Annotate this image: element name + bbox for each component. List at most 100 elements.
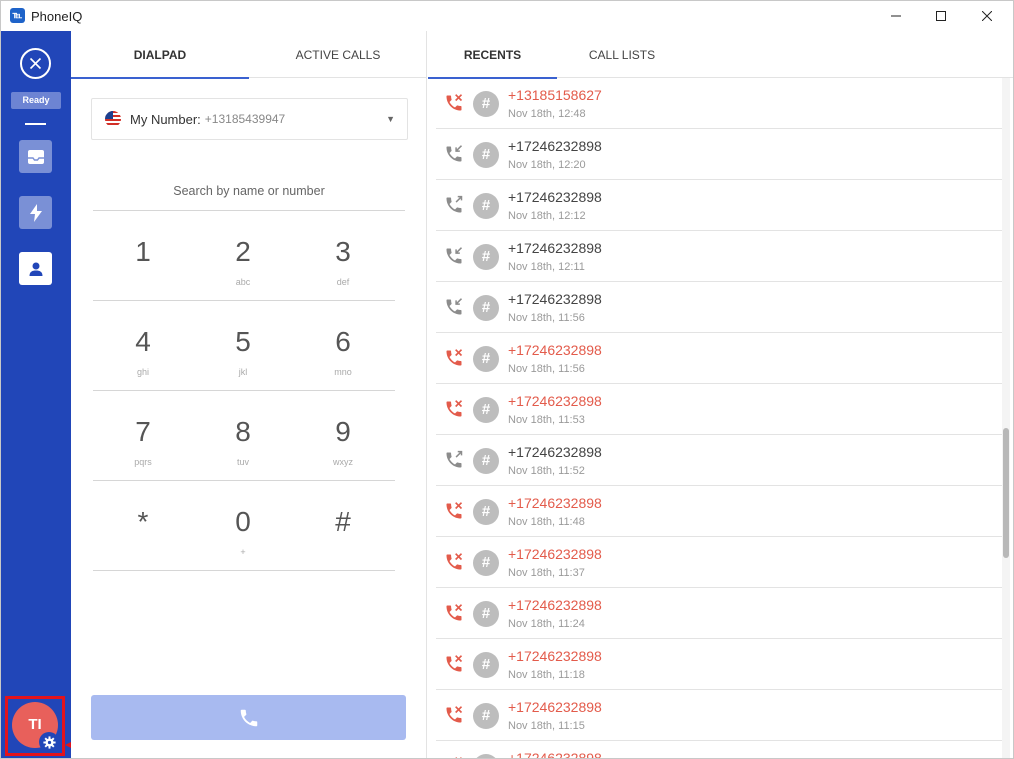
contact-avatar: # — [473, 91, 499, 117]
call-time: Nov 18th, 11:37 — [508, 567, 585, 579]
call-number: +17246232898 — [508, 750, 602, 759]
keypad-row: 1 2 abc 3 def — [93, 211, 395, 301]
call-number: +17246232898 — [508, 597, 602, 613]
recents-panel: RECENTS CALL LISTS # +13185158627 Nov 18th… — [428, 31, 1013, 759]
us-flag-icon — [105, 111, 121, 127]
key-letters — [93, 277, 193, 288]
outgoing-call-icon — [446, 195, 463, 213]
my-number-select[interactable]: My Number: +13185439947 ▼ — [91, 98, 408, 140]
call-time: Nov 18th, 11:48 — [508, 516, 585, 528]
minimize-button[interactable] — [873, 1, 919, 31]
missed-call-icon — [446, 502, 463, 519]
key-letters: wxyz — [333, 457, 353, 467]
contact-avatar: # — [473, 397, 499, 423]
recent-call-item[interactable]: # +17246232898 Nov 18th, 11:48 — [436, 486, 1002, 537]
keypad: 1 2 abc 3 def 4 ghi 5 jkl 6 mno 7 pqrs 8 tuv 9 w… — [93, 211, 395, 571]
key-letters: ghi — [136, 367, 149, 377]
call-button[interactable] — [91, 695, 406, 740]
sidebar: Ready — [1, 31, 71, 758]
recent-call-item[interactable]: # +17246232898 Nov 18th, 12:20 — [436, 129, 1002, 180]
key-9[interactable]: 9 wxyz — [293, 391, 393, 480]
recent-call-item[interactable]: # +17246232898 Nov 18th, 11:56 — [436, 333, 1002, 384]
key-letters: + — [240, 547, 246, 557]
minimize-icon — [891, 15, 901, 17]
recent-call-item[interactable]: # +13185158627 Nov 18th, 12:48 — [436, 78, 1002, 129]
call-time: Nov 18th, 12:11 — [508, 261, 585, 273]
contact-avatar: # — [473, 142, 499, 168]
key-letters: pqrs — [134, 457, 152, 467]
key-letters: mno — [334, 367, 352, 377]
recent-call-item[interactable]: # +17246232898 — [436, 741, 1002, 759]
key-hash[interactable]: # — [293, 481, 393, 570]
recent-call-item[interactable]: # +17246232898 Nov 18th, 11:56 — [436, 282, 1002, 333]
incoming-call-icon — [446, 298, 463, 315]
recent-call-item[interactable]: # +17246232898 Nov 18th, 11:53 — [436, 384, 1002, 435]
inbox-icon — [27, 149, 44, 164]
recent-call-item[interactable]: # +17246232898 Nov 18th, 11:52 — [436, 435, 1002, 486]
missed-call-icon — [446, 706, 463, 723]
recents-list: # +13185158627 Nov 18th, 12:48 # +1724623289… — [436, 78, 1002, 759]
sidebar-item-inbox[interactable] — [19, 140, 52, 173]
key-digit: 8 — [235, 416, 251, 447]
key-digit: 3 — [335, 236, 351, 267]
key-7[interactable]: 7 pqrs — [93, 391, 193, 480]
tab-call-lists[interactable]: CALL LISTS — [557, 31, 687, 78]
search-input[interactable]: Search by name or number — [93, 175, 405, 211]
my-number-label: My Number: — [130, 111, 201, 127]
key-1[interactable]: 1 — [93, 211, 193, 300]
key-8[interactable]: 8 tuv — [193, 391, 293, 480]
contact-avatar: # — [473, 346, 499, 372]
tab-dialpad[interactable]: DIALPAD — [71, 31, 249, 79]
keypad-row: 7 pqrs 8 tuv 9 wxyz — [93, 391, 395, 481]
key-0[interactable]: 0 + — [193, 481, 293, 570]
maximize-button[interactable] — [918, 1, 964, 31]
recent-call-item[interactable]: # +17246232898 Nov 18th, 11:24 — [436, 588, 1002, 639]
contact-avatar: # — [473, 601, 499, 627]
call-number: +17246232898 — [508, 648, 602, 664]
contact-avatar: # — [473, 550, 499, 576]
missed-call-icon — [446, 553, 463, 570]
contact-avatar: # — [473, 295, 499, 321]
scrollbar-thumb[interactable] — [1003, 428, 1009, 558]
recent-call-item[interactable]: # +17246232898 Nov 18th, 11:37 — [436, 537, 1002, 588]
key-letters — [93, 547, 193, 558]
key-digit: # — [335, 506, 351, 537]
recent-call-item[interactable]: # +17246232898 Nov 18th, 12:11 — [436, 231, 1002, 282]
key-star[interactable]: * — [93, 481, 193, 570]
outgoing-call-icon — [446, 450, 463, 468]
recent-call-item[interactable]: # +17246232898 Nov 18th, 11:18 — [436, 639, 1002, 690]
call-number: +17246232898 — [508, 291, 602, 307]
key-letters: abc — [235, 277, 251, 287]
scrollbar[interactable] — [1002, 78, 1010, 758]
status-toggle-button[interactable] — [20, 48, 51, 79]
close-window-button[interactable] — [964, 1, 1010, 31]
contact-avatar: # — [473, 703, 499, 729]
tab-active-calls[interactable]: ACTIVE CALLS — [249, 31, 427, 78]
status-badge: Ready — [11, 92, 61, 109]
contact-avatar: # — [473, 754, 499, 758]
key-5[interactable]: 5 jkl — [193, 301, 293, 390]
call-number: +17246232898 — [508, 393, 602, 409]
settings-button[interactable] — [39, 732, 59, 752]
call-time: Nov 18th, 11:24 — [508, 618, 585, 630]
call-time: Nov 18th, 11:56 — [508, 312, 585, 324]
key-2[interactable]: 2 abc — [193, 211, 293, 300]
recent-call-item[interactable]: # +17246232898 Nov 18th, 11:15 — [436, 690, 1002, 741]
keypad-row: * 0 + # — [93, 481, 395, 571]
key-3[interactable]: 3 def — [293, 211, 393, 300]
call-time: Nov 18th, 12:20 — [508, 159, 586, 171]
contact-avatar: # — [473, 193, 499, 219]
chevron-down-icon: ▼ — [386, 114, 395, 124]
sidebar-item-power-dialer[interactable] — [19, 196, 52, 229]
call-time: Nov 18th, 11:52 — [508, 465, 585, 477]
key-6[interactable]: 6 mno — [293, 301, 393, 390]
recent-call-item[interactable]: # +17246232898 Nov 18th, 12:12 — [436, 180, 1002, 231]
missed-call-icon — [446, 604, 463, 621]
call-time: Nov 18th, 11:53 — [508, 414, 585, 426]
sidebar-item-contacts[interactable] — [19, 252, 52, 285]
key-4[interactable]: 4 ghi — [93, 301, 193, 390]
tab-recents[interactable]: RECENTS — [428, 31, 557, 79]
key-letters: jkl — [238, 367, 248, 377]
contact-avatar: # — [473, 244, 499, 270]
sidebar-divider — [25, 123, 46, 125]
